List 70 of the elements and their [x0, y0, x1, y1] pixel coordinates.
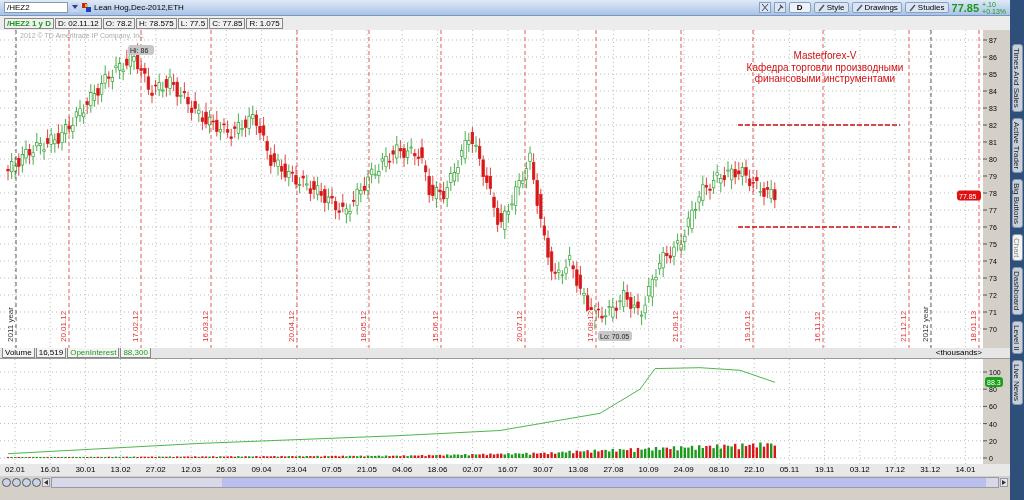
ohlc-field: H: 78.575 [136, 17, 177, 29]
instrument-name: Lean Hog,Dec-2012,ETH [94, 3, 184, 12]
date-marker-label: 18.05.12 [359, 310, 368, 342]
axis-label: 23.04 [286, 465, 307, 474]
date-marker-label: 20.01.12 [59, 310, 68, 342]
date-marker-label: 17.02.12 [131, 310, 140, 342]
axis-label: 03.12 [849, 465, 870, 474]
axis-label: 18.06 [427, 465, 448, 474]
date-marker-label: 19.10.12 [743, 310, 752, 342]
axis-label: 08.10 [709, 465, 729, 474]
axis-label: 24.09 [673, 465, 694, 474]
axis-label: 16.01 [40, 465, 61, 474]
axis-label: 30.07 [533, 465, 553, 474]
axis-label: 17.12 [885, 465, 905, 474]
annotation-text: Кафедра торговли производными финансовыми инструментами [745, 62, 905, 84]
menu-button[interactable]: Drawings [851, 2, 902, 13]
last-price: 77.85 [951, 1, 980, 14]
period-button[interactable]: D [788, 2, 811, 13]
axis-label: 16.07 [497, 465, 518, 474]
axis-label: 04.06 [392, 465, 413, 474]
date-marker-label: 16.11.12 [813, 311, 822, 342]
study-value: 16,519 [35, 347, 67, 358]
axis-label: 13.08 [568, 465, 589, 474]
axis-label: 05.11 [779, 465, 800, 474]
side-tab[interactable]: Level II [1011, 320, 1023, 355]
chart-title: /HEZ2 1 y D [4, 17, 54, 29]
axis-label: 26.03 [216, 465, 237, 474]
axis-label: 13.02 [110, 465, 131, 474]
axis-label: 30.01 [75, 465, 96, 474]
date-marker-label: 20.07.12 [515, 310, 524, 342]
study-name: Volume [2, 347, 35, 358]
side-tab[interactable]: Active Trader [1011, 117, 1023, 173]
date-marker-label: 15.06.12 [431, 310, 440, 342]
ohlc-field: C: 77.85 [209, 17, 246, 29]
date-marker-label: 2011 year [6, 307, 15, 342]
axis-label: 02.07 [462, 465, 483, 474]
side-tab[interactable]: Times And Sales [1011, 44, 1023, 112]
date-marker-label: 17.08.12 [586, 310, 595, 342]
axis-label: 09.04 [251, 465, 272, 474]
side-tab[interactable]: Live News [1011, 360, 1023, 406]
axis-label: 02.01 [5, 465, 25, 474]
date-marker-label: 18.01.13 [969, 310, 978, 342]
ohlc-field: D: 02.11.12 [55, 17, 102, 29]
ohlc-field: R: 1.075 [246, 17, 283, 29]
units-label: <thousands> [935, 348, 983, 357]
date-marker-label: 2012 year [921, 306, 930, 342]
axis-label: 14.01 [955, 465, 976, 474]
study-name: OpenInterest [67, 347, 120, 358]
menu-button[interactable]: Studies [904, 2, 949, 13]
side-tab[interactable]: Dashboard [1011, 267, 1023, 315]
axis-label: 19.11 [814, 465, 835, 474]
symbol-field[interactable]: /HEZ2 [4, 2, 68, 13]
axis-label: 27.08 [603, 465, 624, 474]
side-tab[interactable]: Big Buttons [1011, 178, 1023, 228]
menu-button[interactable]: Style [813, 2, 849, 13]
date-marker-label: 20.04.12 [287, 310, 296, 342]
axis-label: 07.05 [321, 465, 342, 474]
axis-label: 27.02 [145, 465, 166, 474]
ohlc-field: L: 77.5 [177, 17, 209, 29]
ohlc-field: O: 78.2 [102, 17, 136, 29]
date-marker-label: 21.12.12 [899, 310, 908, 342]
axis-label: 31.12 [920, 465, 941, 474]
date-marker-label: 21.09.12 [671, 310, 680, 342]
axis-label: 12.03 [181, 465, 201, 474]
axis-label: 21.05 [357, 465, 377, 474]
study-value: 88,300 [120, 347, 151, 358]
axis-label: 22.10 [744, 465, 765, 474]
annotation-title: Masterforex-V [793, 50, 857, 61]
axis-label: 10.09 [638, 465, 659, 474]
date-marker-label: 16.03.12 [201, 310, 210, 342]
